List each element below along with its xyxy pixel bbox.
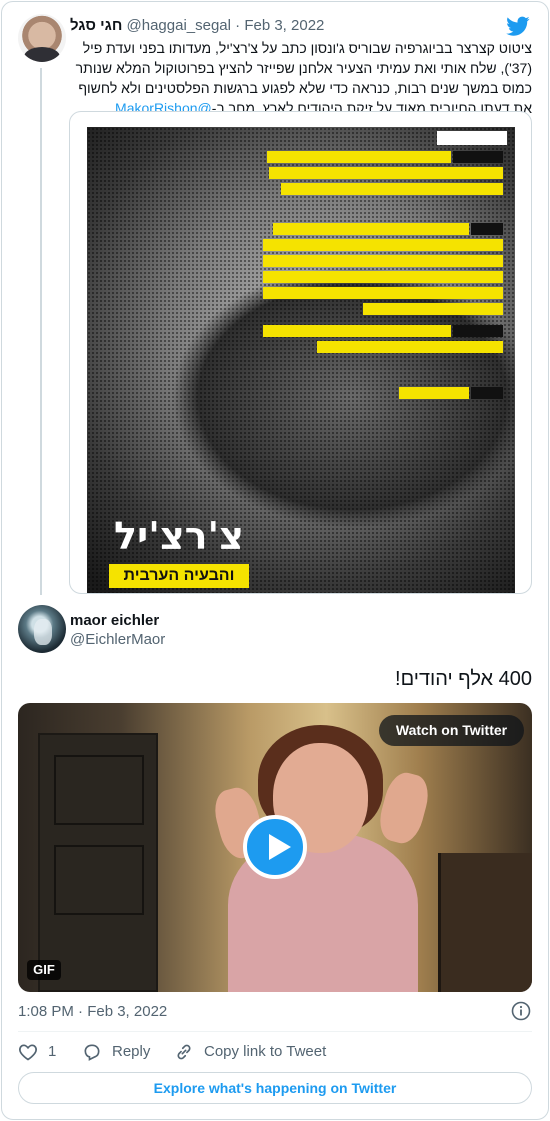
tweet-date[interactable]: Feb 3, 2022 — [244, 17, 324, 34]
gif-badge: GIF — [27, 960, 61, 980]
poster-subtitle: והבעיה הערבית — [109, 564, 249, 588]
author-handle[interactable]: @haggai_segal — [127, 17, 231, 34]
door-graphic — [38, 733, 158, 992]
reply-label: Reply — [112, 1043, 151, 1060]
link-icon — [177, 1044, 191, 1060]
like-count: 1 — [48, 1043, 57, 1060]
tweet-photo[interactable]: צ'רצ'יל והבעיה הערבית — [69, 111, 532, 594]
author-handle[interactable]: @EichlerMaor — [70, 630, 165, 649]
author-name[interactable]: חגי סגל — [70, 17, 122, 34]
tweet-timestamp[interactable]: 1:08 PM · Feb 3, 2022 — [18, 1002, 167, 1022]
copy-link-button[interactable]: Copy link to Tweet — [174, 1040, 326, 1064]
avatar[interactable] — [18, 605, 66, 653]
reply-button[interactable]: Reply — [82, 1040, 150, 1064]
avatar[interactable] — [18, 14, 66, 62]
newspaper-logo — [437, 131, 507, 145]
heart-icon — [19, 1044, 37, 1061]
parent-tweet-text: ציטוט קצרצר בביוגרפיה שבוריס ג'ונסון כתב… — [70, 38, 532, 118]
like-button[interactable]: 1 — [18, 1040, 56, 1064]
copy-link-label: Copy link to Tweet — [204, 1043, 327, 1060]
thread-connector-line — [40, 68, 42, 595]
author-name[interactable]: maor eichler — [70, 611, 159, 630]
explore-twitter-button[interactable]: Explore what's happening on Twitter — [18, 1072, 532, 1104]
poster-image: צ'רצ'יל והבעיה הערבית — [87, 127, 515, 593]
reply-icon — [84, 1044, 100, 1061]
info-icon[interactable] — [511, 1001, 531, 1021]
divider — [18, 1031, 532, 1032]
poster-title: צ'רצ'יל — [114, 514, 244, 558]
watch-on-twitter-button[interactable]: Watch on Twitter — [379, 715, 524, 746]
play-icon[interactable] — [243, 815, 307, 879]
tweet-text: 400 אלף יהודים! — [395, 668, 532, 690]
separator-dot: · — [235, 17, 241, 34]
parent-tweet-header: חגי סגל @haggai_segal · Feb 3, 2022 — [70, 16, 490, 36]
twitter-bird-icon[interactable] — [506, 14, 530, 38]
